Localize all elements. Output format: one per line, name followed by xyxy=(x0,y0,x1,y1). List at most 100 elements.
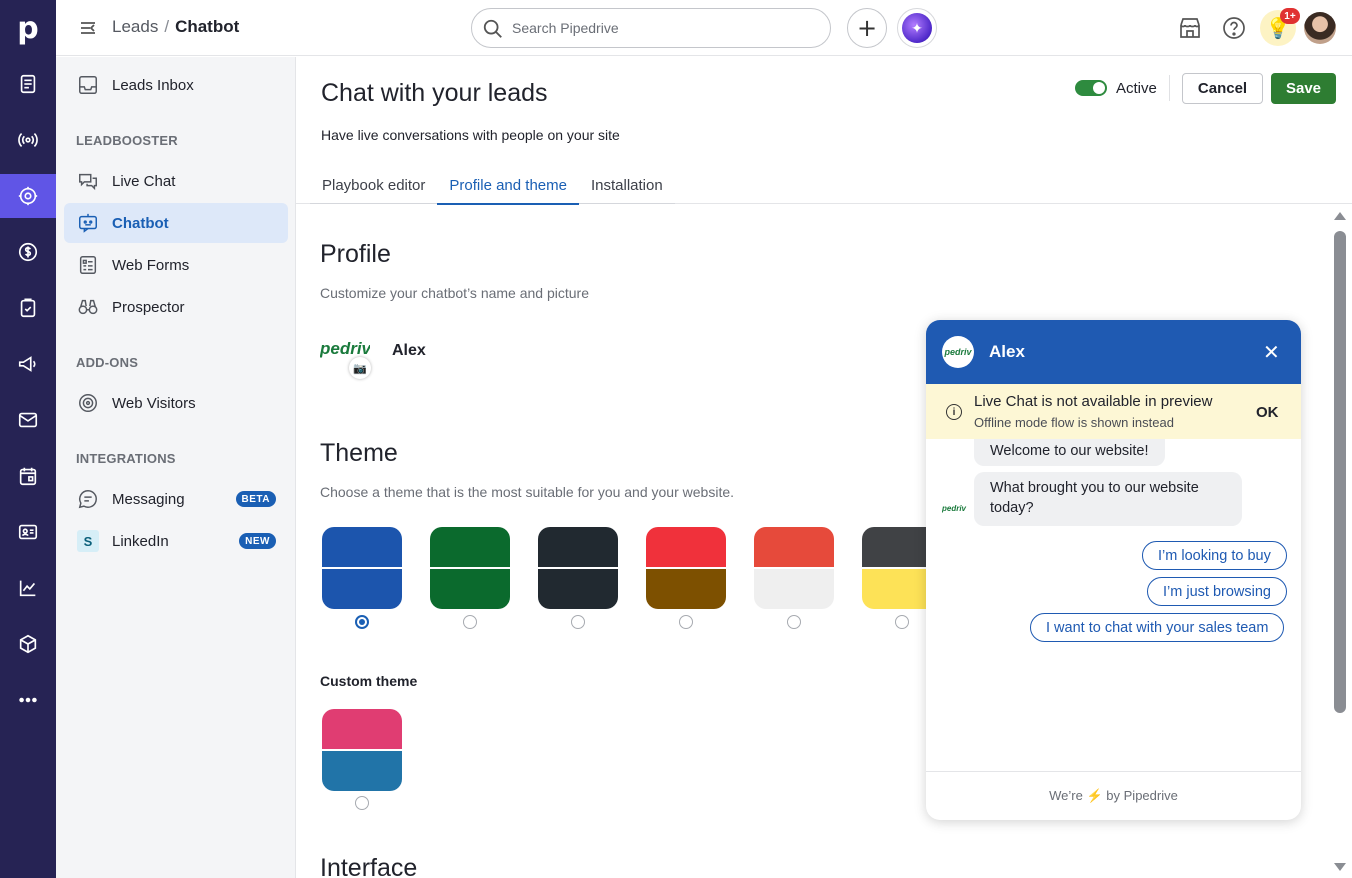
products-icon[interactable] xyxy=(0,622,56,666)
sidebar-item-label: Live Chat xyxy=(112,172,176,190)
swatch-bottom xyxy=(538,567,618,609)
theme-radio[interactable] xyxy=(787,615,801,629)
sidebar-item-prospector[interactable]: Prospector xyxy=(64,287,288,327)
scroll-down-arrow[interactable] xyxy=(1334,863,1346,871)
swatch-bottom xyxy=(754,567,834,609)
swatch-top xyxy=(538,527,618,567)
swatch-top xyxy=(322,527,402,567)
section-heading-leadbooster: LEADBOOSTER xyxy=(76,133,178,148)
cancel-button[interactable]: Cancel xyxy=(1182,73,1263,104)
contacts-icon[interactable] xyxy=(0,510,56,554)
theme-swatch[interactable] xyxy=(322,527,402,609)
sidebar-item-web-visitors[interactable]: Web Visitors xyxy=(64,383,288,423)
theme-radio[interactable] xyxy=(571,615,585,629)
chat-avatar: pedriv xyxy=(942,336,974,368)
theme-radio[interactable] xyxy=(463,615,477,629)
deals-icon[interactable] xyxy=(0,230,56,274)
chat-header: pedriv Alex ✕ xyxy=(926,320,1301,384)
tab-profile-and-theme[interactable]: Profile and theme xyxy=(437,167,579,205)
theme-swatch[interactable] xyxy=(754,527,834,609)
activities-icon[interactable] xyxy=(0,286,56,330)
chatbot-icon xyxy=(76,211,100,235)
quick-reply-button[interactable]: I want to chat with your sales team xyxy=(1030,613,1285,642)
theme-radio[interactable] xyxy=(355,615,369,629)
sidebar-item-web-forms[interactable]: Web Forms xyxy=(64,245,288,285)
profile-subtitle: Customize your chatbot’s name and pictur… xyxy=(320,285,589,301)
custom-theme-swatch[interactable] xyxy=(322,709,402,791)
broadcast-icon[interactable] xyxy=(0,118,56,162)
search-icon xyxy=(483,19,502,38)
radar-icon xyxy=(76,391,100,415)
chat-message: What brought you to our website today? xyxy=(974,472,1242,526)
section-heading-integrations: INTEGRATIONS xyxy=(76,451,176,466)
breadcrumb-separator: / xyxy=(164,17,170,36)
quick-reply-button[interactable]: I’m just browsing xyxy=(1147,577,1287,606)
sidebar-item-linkedin[interactable]: S LinkedIn NEW xyxy=(64,521,288,561)
section-heading-addons: ADD-ONS xyxy=(76,355,139,370)
scroll-up-arrow[interactable] xyxy=(1334,212,1346,220)
quick-reply-button[interactable]: I’m looking to buy xyxy=(1142,541,1287,570)
save-button[interactable]: Save xyxy=(1271,73,1336,104)
theme-subtitle: Choose a theme that is the most suitable… xyxy=(320,484,735,500)
sidebar-item-label: Prospector xyxy=(112,298,185,316)
sidebar-item-leads-inbox[interactable]: Leads Inbox xyxy=(64,65,288,105)
breadcrumb: Leads / Chatbot xyxy=(112,17,239,37)
leads-icon[interactable] xyxy=(0,62,56,106)
sidebar-item-chatbot[interactable]: Chatbot xyxy=(64,203,288,243)
info-icon: i xyxy=(946,404,962,420)
swatch-bottom xyxy=(646,567,726,609)
theme-radio[interactable] xyxy=(895,615,909,629)
ai-assistant-button[interactable]: ✦ xyxy=(897,8,937,48)
calendar-icon[interactable] xyxy=(0,454,56,498)
theme-swatch[interactable] xyxy=(646,527,726,609)
page-title: Chat with your leads xyxy=(321,79,548,107)
quick-add-button[interactable]: + xyxy=(847,8,887,48)
chat-footer-divider xyxy=(926,771,1301,772)
search-box[interactable] xyxy=(471,8,831,48)
preview-notice: i Live Chat is not available in preview … xyxy=(926,384,1301,439)
marketplace-icon[interactable] xyxy=(1177,15,1203,41)
pipedrive-logo[interactable]: p xyxy=(0,0,56,56)
tab-installation[interactable]: Installation xyxy=(579,167,675,204)
app-rail: p xyxy=(0,0,56,878)
swatch-bottom xyxy=(322,749,402,791)
collapse-menu-icon[interactable] xyxy=(78,18,98,38)
sidebar-item-label: Messaging xyxy=(112,490,185,508)
close-icon[interactable]: ✕ xyxy=(1263,340,1280,364)
sidebar-item-label: Leads Inbox xyxy=(112,76,194,94)
chat-bubbles-icon xyxy=(76,169,100,193)
interface-heading: Interface xyxy=(320,854,418,878)
theme-radio[interactable] xyxy=(679,615,693,629)
swatch-top xyxy=(646,527,726,567)
theme-swatch[interactable] xyxy=(538,527,618,609)
campaigns-icon[interactable] xyxy=(0,342,56,386)
bot-name[interactable]: Alex xyxy=(392,342,426,360)
inbox-icon xyxy=(76,73,100,97)
mail-icon[interactable] xyxy=(0,398,56,442)
chat-message: Welcome to our website! xyxy=(974,439,1165,466)
footer-brand[interactable]: by Pipedrive xyxy=(1106,788,1178,803)
insights-icon[interactable] xyxy=(0,566,56,610)
sidebar-item-live-chat[interactable]: Live Chat xyxy=(64,161,288,201)
scrollbar-thumb[interactable] xyxy=(1334,231,1346,713)
more-icon[interactable] xyxy=(0,678,56,722)
theme-swatch[interactable] xyxy=(430,527,510,609)
camera-icon[interactable]: 📷 xyxy=(349,357,371,379)
top-header: Leads/Chatbot + ✦ 💡 1+ xyxy=(56,0,1352,56)
message-icon xyxy=(76,487,100,511)
help-icon[interactable] xyxy=(1221,15,1247,41)
target-icon[interactable] xyxy=(0,174,56,218)
user-avatar[interactable] xyxy=(1304,12,1336,44)
search-input[interactable] xyxy=(512,17,812,39)
custom-theme-radio[interactable] xyxy=(355,796,369,810)
notice-subtitle: Offline mode flow is shown instead xyxy=(974,415,1174,430)
sidebar-item-messaging[interactable]: Messaging BETA xyxy=(64,479,288,519)
tab-playbook-editor[interactable]: Playbook editor xyxy=(310,167,437,204)
notice-ok-button[interactable]: OK xyxy=(1256,404,1279,421)
active-toggle[interactable] xyxy=(1075,80,1107,96)
page-subtitle: Have live conversations with people on y… xyxy=(321,127,620,143)
footer-text: We’re xyxy=(1049,788,1083,803)
sidebar-item-label: Web Forms xyxy=(112,256,190,274)
breadcrumb-leads[interactable]: Leads xyxy=(112,17,158,36)
sidebar-item-label: LinkedIn xyxy=(112,532,169,550)
